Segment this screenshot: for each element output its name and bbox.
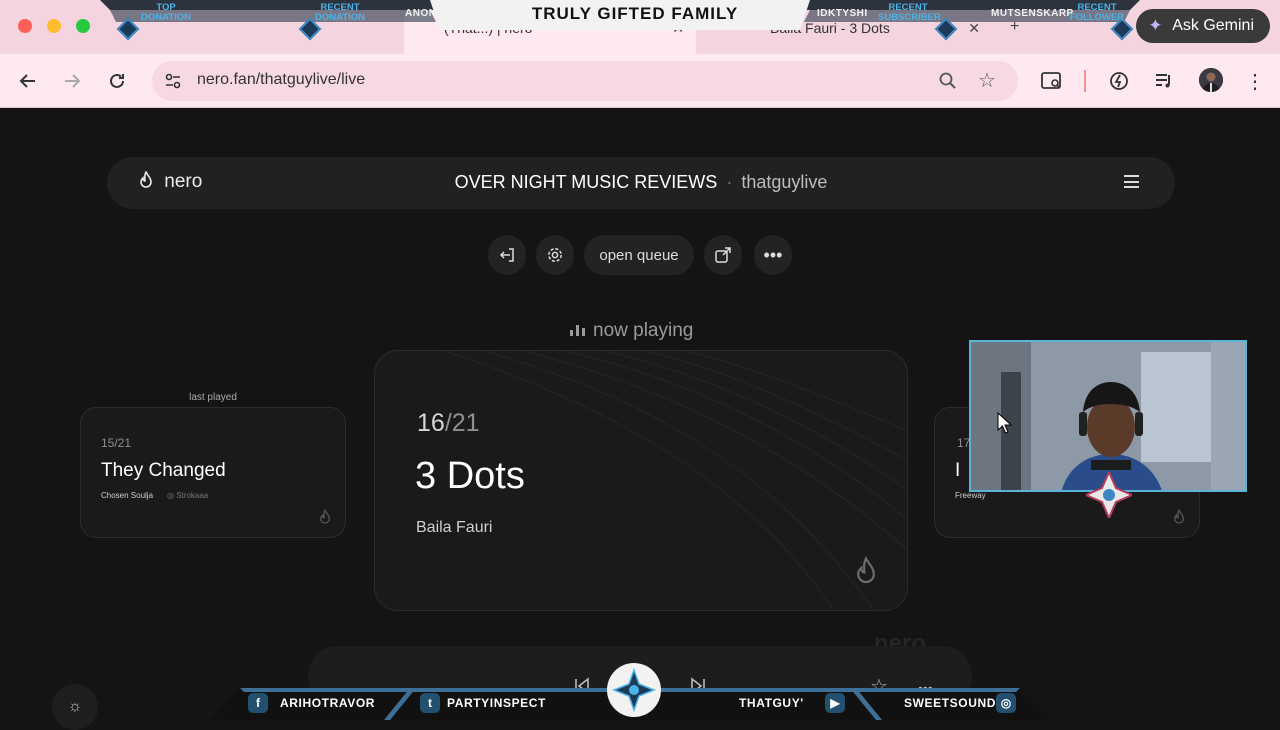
track-position: 16/21	[417, 409, 480, 438]
ask-gemini-label: Ask Gemini	[1172, 17, 1254, 34]
exit-button[interactable]	[488, 235, 526, 275]
share-button[interactable]	[704, 235, 742, 275]
nero-live-page: nero OVER NIGHT MUSIC REVIEWS · thatguyliv…	[0, 109, 1280, 730]
bookmark-star-icon[interactable]: ☆	[978, 70, 1000, 92]
equalizer-icon	[570, 324, 587, 336]
channel-name[interactable]: thatguylive	[741, 172, 827, 192]
tab-search-icon[interactable]	[1039, 68, 1065, 94]
forward-arrow-icon[interactable]	[59, 68, 85, 94]
twitter-handle: PARTYINSPECT	[447, 696, 546, 710]
now-playing-card[interactable]: 16/21 3 Dots Baila Fauri	[374, 350, 908, 611]
recent-subscriber-label: RECENT SUBSCRIBER	[878, 2, 941, 23]
nero-flame-icon	[857, 556, 875, 584]
kebab-menu-icon[interactable]: ⋮	[1242, 68, 1268, 94]
track-position-total: /21	[444, 409, 480, 437]
nero-header: nero OVER NIGHT MUSIC REVIEWS · thatguyliv…	[107, 157, 1175, 209]
recent-follower-name: MUTSENSKARP	[991, 8, 1074, 19]
mouse-cursor-icon	[997, 412, 1013, 434]
last-played-card[interactable]: 15/21 They Changed Chosen Soulja ◎ Strok…	[80, 407, 346, 538]
recent-subscriber-name: IDKTYSHI	[817, 8, 868, 19]
exit-icon	[499, 248, 514, 262]
track-artist: Chosen Soulja	[101, 491, 154, 500]
instagram-handle: SWEETSOUNDI	[904, 696, 1000, 710]
share-icon	[715, 247, 731, 263]
browser-tab-strip: (That...) | nero ✕ Baila Fauri - 3 Dots …	[0, 0, 1280, 54]
instagram-icon[interactable]: ◎	[996, 693, 1016, 713]
title-separator: ·	[726, 172, 733, 192]
recent-donation-label: RECENT DONATION	[315, 2, 365, 23]
url-text: nero.fan/thatguylive/live	[197, 71, 366, 88]
theme-toggle-sun-icon[interactable]: ☼	[52, 684, 98, 730]
browser-toolbar: nero.fan/thatguylive/live ☆ ⋮	[0, 54, 1280, 108]
profile-avatar[interactable]	[1199, 68, 1223, 92]
reload-icon[interactable]	[104, 68, 130, 94]
youtube-icon[interactable]: ▶	[825, 693, 845, 713]
now-playing-label: now playing	[593, 320, 694, 341]
ellipsis-icon: •••	[763, 244, 783, 265]
facebook-handle: ARIHOTRAVOR	[280, 696, 376, 710]
stream-header-title: OVER NIGHT MUSIC REVIEWS · thatguylive	[107, 172, 1175, 193]
open-queue-label: open queue	[599, 246, 679, 264]
overlay-title: TRULY GIFTED FAMILY	[531, 4, 739, 23]
zoom-search-icon[interactable]	[938, 71, 958, 91]
toolbar-divider	[1084, 70, 1086, 92]
nero-flame-icon	[320, 509, 330, 524]
media-playlist-icon[interactable]	[1151, 68, 1177, 94]
submitter-handle: ◎ Strokaaa	[167, 491, 209, 500]
stream-title: OVER NIGHT MUSIC REVIEWS	[454, 172, 718, 192]
track-artist: Freeway	[955, 491, 986, 500]
track-title: I	[955, 460, 961, 481]
hamburger-menu-icon[interactable]	[1124, 175, 1139, 188]
back-arrow-icon[interactable]	[15, 68, 41, 94]
overlay-center-emblem-icon	[607, 663, 661, 717]
ask-gemini-button[interactable]: ✦ Ask Gemini	[1136, 9, 1270, 43]
nero-flame-icon	[1174, 509, 1184, 524]
track-title: They Changed	[101, 460, 226, 481]
more-options-button[interactable]: •••	[754, 235, 792, 275]
track-title: 3 Dots	[415, 455, 525, 497]
gear-icon	[548, 248, 562, 262]
minimize-window-button[interactable]	[47, 19, 61, 33]
top-donation-label: TOP DONATION	[141, 2, 191, 23]
settings-button[interactable]	[536, 235, 574, 275]
twitter-icon[interactable]: t	[420, 693, 440, 713]
close-window-button[interactable]	[18, 19, 32, 33]
recent-follower-label: RECENT FOLLOWER	[1069, 2, 1125, 23]
sparkle-icon: ✦	[1148, 16, 1163, 35]
address-bar[interactable]: nero.fan/thatguylive/live ☆	[152, 61, 1018, 101]
track-position-current: 16	[417, 409, 445, 437]
track-position: 15/21	[101, 436, 132, 450]
facebook-icon[interactable]: f	[248, 693, 268, 713]
youtube-handle: THATGUY'	[739, 696, 804, 710]
zoom-window-button[interactable]	[76, 19, 90, 33]
open-queue-button[interactable]: open queue	[584, 235, 694, 275]
last-played-label: last played	[189, 392, 237, 403]
overlay-emblem-icon	[1086, 472, 1132, 518]
now-playing-heading: now playing	[570, 320, 693, 342]
extension-icon[interactable]	[1106, 68, 1132, 94]
site-settings-icon[interactable]	[164, 72, 182, 90]
track-artist: Baila Fauri	[416, 519, 493, 536]
submitter-handle-text: Strokaaa	[176, 491, 209, 500]
